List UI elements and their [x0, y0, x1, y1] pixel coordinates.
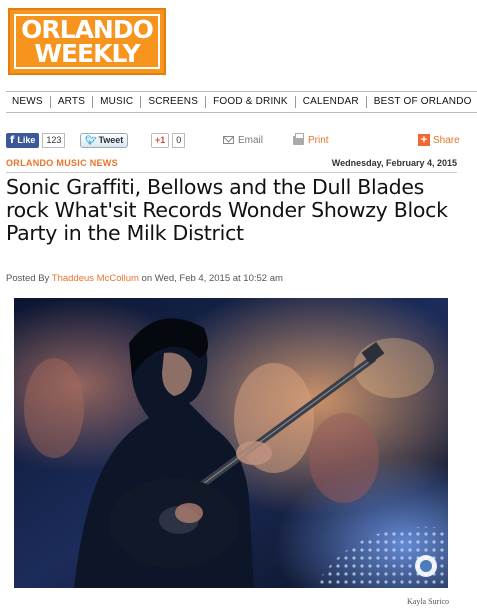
main-nav: NEWS ARTS MUSIC SCREENS FOOD & DRINK CAL…	[6, 91, 477, 113]
print-label: Print	[308, 134, 329, 146]
nav-item-news[interactable]: NEWS	[6, 96, 51, 108]
plus-icon: +	[418, 134, 430, 146]
twitter-bird-icon: 🐦︎	[85, 134, 97, 145]
like-label: Like	[17, 135, 36, 145]
nav-item-food-drink[interactable]: FOOD & DRINK	[206, 96, 296, 108]
nav-item-best-of-orlando[interactable]: BEST OF ORLANDO	[367, 96, 477, 108]
logo-line-1: ORLANDO	[21, 14, 154, 44]
twitter-share: 🐦︎ Tweet	[80, 132, 129, 148]
author-link[interactable]: Thaddeus McCollum	[52, 273, 139, 284]
facebook-icon: f	[10, 134, 15, 146]
article-headline: Sonic Graffiti, Bellows and the Dull Bla…	[6, 175, 448, 245]
nav-item-music[interactable]: MUSIC	[93, 96, 142, 108]
concert-photo-illustration	[14, 298, 448, 588]
gplus-count: 0	[172, 132, 186, 148]
like-button[interactable]: f Like	[6, 132, 40, 148]
google-plus-share: +1 0	[151, 132, 186, 148]
email-label: Email	[238, 134, 264, 146]
nav-item-arts[interactable]: ARTS	[51, 96, 94, 108]
byline-timestamp: on Wed, Feb 4, 2015 at 10:52 am	[141, 273, 283, 284]
email-link[interactable]: Email	[223, 132, 263, 148]
envelope-icon	[223, 136, 234, 144]
tweet-button[interactable]: 🐦︎ Tweet	[80, 132, 129, 148]
share-bar: f Like 123 🐦︎ Tweet +1 0 Email Print + S…	[6, 132, 477, 150]
print-link[interactable]: Print	[293, 132, 329, 148]
article-photo[interactable]	[14, 298, 448, 588]
logo-border: ORLANDO WEEKLY	[14, 14, 160, 69]
article-byline: Posted By Thaddeus McCollum on Wed, Feb …	[6, 273, 283, 284]
article-category[interactable]: ORLANDO MUSIC NEWS	[6, 158, 118, 168]
like-count: 123	[42, 132, 66, 148]
tweet-label: Tweet	[98, 135, 124, 145]
facebook-like: f Like 123	[6, 132, 66, 148]
nav-item-calendar[interactable]: CALENDAR	[296, 96, 367, 108]
gplus-button[interactable]: +1	[151, 132, 170, 148]
photo-credit: Kayla Surico	[407, 597, 449, 606]
share-label: Share	[433, 134, 460, 146]
article-meta-row: ORLANDO MUSIC NEWS Wednesday, February 4…	[6, 158, 457, 173]
logo-line-2: WEEKLY	[34, 38, 140, 68]
article-date: Wednesday, February 4, 2015	[331, 158, 457, 168]
nav-item-screens[interactable]: SCREENS	[141, 96, 207, 108]
share-link[interactable]: + Share	[418, 132, 460, 148]
site-logo[interactable]: ORLANDO WEEKLY	[8, 8, 166, 75]
printer-icon	[293, 132, 304, 145]
byline-prefix: Posted By	[6, 273, 50, 284]
